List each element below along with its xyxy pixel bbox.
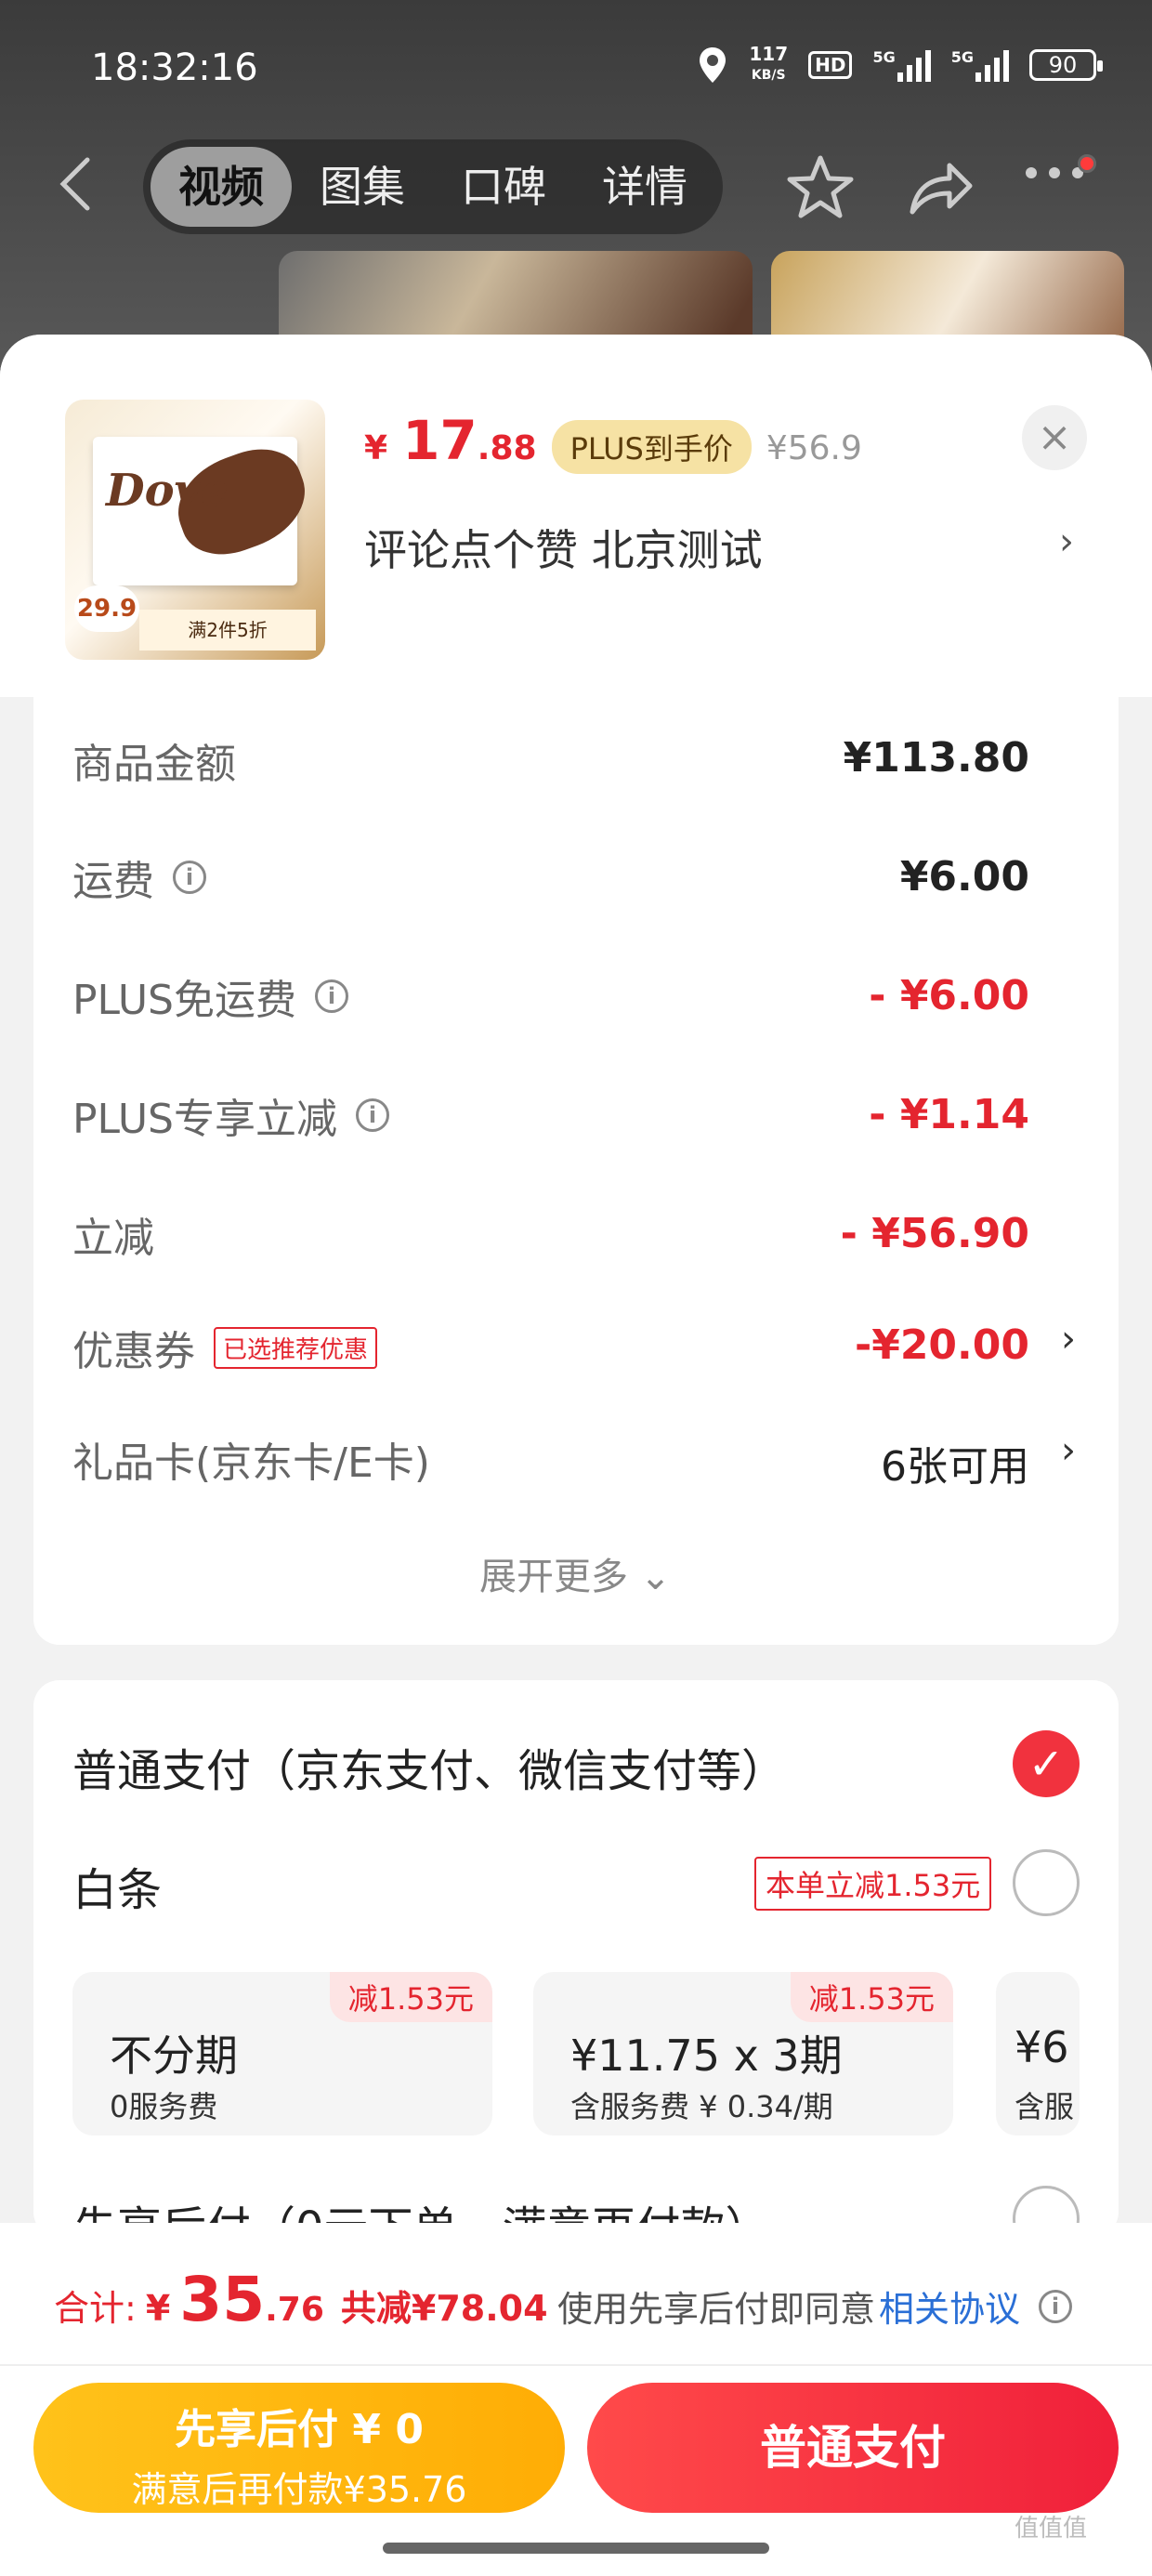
product-brand-logo: Dove: [106, 465, 229, 517]
network-speed: 117 KB/S: [749, 43, 789, 83]
original-price: ¥56.9: [766, 429, 862, 467]
total-integer: 35: [179, 2264, 266, 2335]
info-icon[interactable]: i: [173, 861, 206, 894]
close-button[interactable]: ×: [1022, 405, 1087, 470]
installment-plan-3[interactable]: ¥6 含服: [996, 1972, 1080, 2136]
chevron-down-icon: ⌄: [639, 1556, 672, 1598]
coupon-badge: 已选推荐优惠: [214, 1326, 378, 1369]
amount-row-label-coupon[interactable]: 优惠券 已选推荐优惠: [72, 1318, 378, 1377]
payment-option-normal[interactable]: 普通支付（京东支付、微信支付等）: [72, 1734, 786, 1799]
chevron-right-icon[interactable]: ›: [1061, 1429, 1076, 1472]
home-indicator[interactable]: [383, 2543, 769, 2554]
hd-icon: HD: [808, 50, 853, 79]
favorite-star-icon[interactable]: [785, 152, 856, 223]
plus-price-badge: PLUS到手价: [551, 420, 752, 474]
amount-row-value-gift-card[interactable]: 6张可用: [881, 1433, 1029, 1492]
payment-option-baitiao[interactable]: 白条: [72, 1853, 162, 1918]
total-label: 合计:: [54, 2288, 137, 2329]
plan-title: ¥6: [1015, 2022, 1069, 2072]
amount-row-label-gift-card[interactable]: 礼品卡(京东卡/E卡): [72, 1429, 430, 1489]
plan-title: ¥11.75 x 3期: [570, 2031, 843, 2081]
status-icons: 117 KB/S HD 5G 5G 90: [697, 43, 1103, 85]
pay-later-button-subtitle: 满意后再付款¥35.76: [131, 2469, 467, 2510]
signal-icon: 5G: [872, 48, 931, 82]
agreement-text: 使用先享后付即同意: [557, 2289, 876, 2330]
tab-video[interactable]: 视频: [151, 147, 292, 227]
installment-plan-2[interactable]: 减1.53元 ¥11.75 x 3期 含服务费 ¥ 0.34/期: [533, 1972, 953, 2136]
amount-row-label-goods: 商品金额: [72, 741, 236, 788]
agreement-row: 使用先享后付即同意 相关协议 i: [557, 2280, 1073, 2332]
amount-row-value-coupon[interactable]: -¥20.00: [855, 1321, 1029, 1369]
plan-title: 不分期: [110, 2031, 238, 2081]
divider: [0, 2364, 1152, 2366]
plan-fee: 0服务费: [110, 2089, 218, 2124]
price-currency: ¥: [364, 429, 388, 467]
amount-row-value-instant-discount: - ¥56.90: [840, 1210, 1029, 1257]
signal-icon-2: 5G: [951, 48, 1009, 82]
total-row: 合计: ¥ 35 .76 共减¥78.04: [54, 2264, 548, 2335]
price-row: ¥ 17 .88 PLUS到手价 ¥56.9: [364, 409, 862, 474]
pay-later-button-title: 先享后付 ¥ 0: [175, 2406, 424, 2453]
product-image-price: 29.9: [74, 585, 139, 632]
info-icon[interactable]: i: [315, 979, 348, 1013]
amount-row-label-plus-free-shipping: PLUS免运费 i: [72, 966, 348, 1026]
amount-row-value-plus-discount: - ¥1.14: [869, 1091, 1029, 1138]
normal-pay-button[interactable]: 普通支付: [587, 2383, 1119, 2513]
agreement-link[interactable]: 相关协议: [879, 2280, 1020, 2332]
price-decimal: .88: [477, 429, 537, 467]
share-icon[interactable]: [907, 156, 974, 217]
price-integer: 17: [402, 409, 478, 472]
amount-row-value-goods: ¥113.80: [843, 734, 1029, 782]
status-time: 18:32:16: [91, 46, 258, 89]
plan-discount-tag: 减1.53元: [329, 1972, 492, 2022]
tab-reviews[interactable]: 口碑: [433, 147, 574, 227]
plan-fee: 含服: [1015, 2089, 1075, 2124]
nav-tabs: 视频 图集 口碑 详情: [143, 139, 723, 234]
checkmark-icon[interactable]: ✓: [1013, 1730, 1080, 1797]
product-subtitle[interactable]: 评论点个赞 北京测试: [364, 517, 763, 578]
product-image-promo: 满2件5折: [139, 610, 316, 651]
chevron-right-icon[interactable]: ›: [1061, 1318, 1076, 1360]
expand-more-button[interactable]: 展开更多 ⌄: [479, 1546, 671, 1600]
pay-later-button[interactable]: 先享后付 ¥ 0 满意后再付款¥35.76: [33, 2383, 565, 2513]
amount-row-label-shipping: 运费 i: [72, 848, 206, 907]
info-icon[interactable]: i: [356, 1098, 389, 1132]
plan-fee: 含服务费 ¥ 0.34/期: [570, 2089, 833, 2124]
total-discount: 共减¥78.04: [340, 2288, 548, 2329]
watermark: 值值值: [1015, 2515, 1088, 2543]
tab-gallery[interactable]: 图集: [292, 147, 433, 227]
battery-icon: 90: [1029, 48, 1103, 81]
plan-discount-tag: 减1.53元: [790, 1972, 953, 2022]
amount-row-value-plus-free-shipping: - ¥6.00: [869, 972, 1029, 1019]
installment-plan-1[interactable]: 减1.53元 不分期 0服务费: [72, 1972, 492, 2136]
chevron-right-icon[interactable]: ›: [1059, 520, 1074, 563]
amount-row-label-instant-discount: 立减: [72, 1215, 154, 1262]
baitiao-radio[interactable]: [1013, 1849, 1080, 1916]
tab-details[interactable]: 详情: [574, 147, 715, 227]
total-currency: ¥: [145, 2288, 171, 2329]
location-icon: [700, 46, 727, 83]
amount-row-value-shipping: ¥6.00: [899, 853, 1029, 900]
back-icon[interactable]: [58, 156, 95, 212]
baitiao-discount-badge: 本单立减1.53元: [754, 1857, 992, 1911]
amount-row-label-plus-discount: PLUS专享立减 i: [72, 1085, 389, 1145]
total-decimal: .76: [265, 2291, 324, 2329]
amounts-card: [33, 697, 1119, 1645]
product-image[interactable]: Dove 29.9 满2件5折: [65, 400, 325, 660]
info-icon[interactable]: i: [1039, 2289, 1073, 2323]
notification-dot: [1078, 154, 1096, 173]
